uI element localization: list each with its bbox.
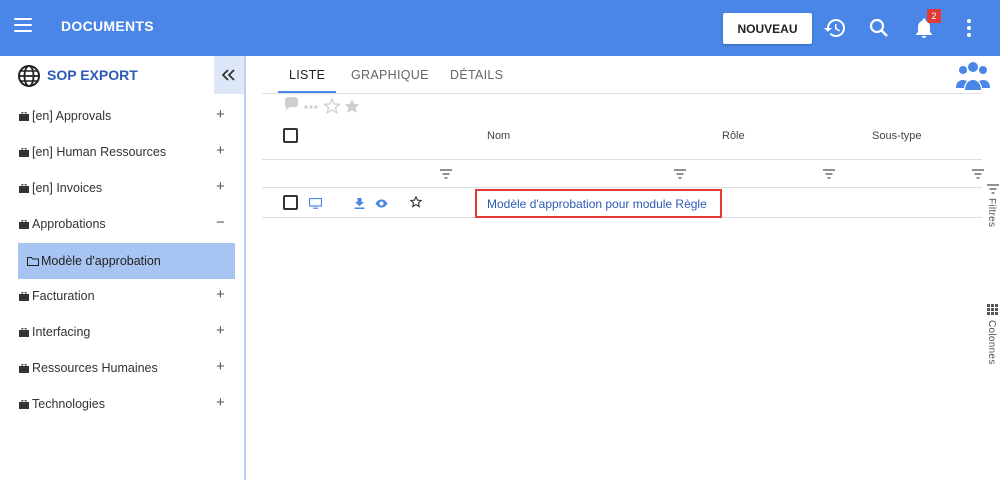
filter-icon[interactable] — [440, 169, 452, 179]
notification-badge: 2 — [927, 9, 941, 23]
sidebar-header: SOP EXPORT — [0, 56, 244, 94]
sidebar-item-en-approvals[interactable]: [en] Approvals + — [0, 99, 244, 135]
briefcase-icon — [19, 292, 29, 301]
menu-icon[interactable] — [14, 18, 32, 32]
columns-label: Colonnes — [986, 320, 997, 365]
dots-icon[interactable] — [304, 105, 318, 109]
row-checkbox[interactable] — [283, 195, 298, 210]
star-icon[interactable] — [344, 99, 360, 113]
briefcase-icon — [19, 184, 29, 193]
star-outline-icon[interactable] — [322, 97, 342, 115]
column-header-sous-type[interactable]: Sous-type — [872, 130, 922, 142]
view-tabs: LISTE GRAPHIQUE DÉTAILS — [262, 56, 982, 94]
tab-details[interactable]: DÉTAILS — [450, 68, 503, 82]
document-name-link[interactable]: Modèle d'approbation pour module Règle — [475, 189, 722, 218]
filters-label: Filtres — [986, 198, 997, 228]
top-app-bar: DOCUMENTS NOUVEAU 2 — [0, 0, 1000, 56]
comment-icon[interactable] — [284, 97, 298, 110]
sidebar-item-label: Interfacing — [32, 325, 91, 339]
columns-panel-tab[interactable]: Colonnes — [986, 304, 1000, 374]
expand-toggle[interactable]: + — [216, 142, 225, 159]
sidebar-item-interfacing[interactable]: Interfacing + — [0, 315, 244, 351]
active-tab-indicator — [278, 91, 336, 93]
expand-toggle[interactable]: + — [216, 106, 225, 123]
globe-icon — [18, 65, 40, 87]
double-chevron-left-icon — [221, 69, 235, 81]
expand-toggle[interactable]: + — [216, 322, 225, 339]
briefcase-icon — [19, 148, 29, 157]
sidebar-subitem-modele-approbation[interactable]: Modèle d'approbation — [18, 243, 235, 279]
tab-liste[interactable]: LISTE — [289, 68, 325, 82]
expand-toggle[interactable]: + — [216, 286, 225, 303]
search-icon[interactable] — [867, 16, 891, 40]
column-header-role[interactable]: Rôle — [722, 130, 745, 142]
collapse-sidebar-button[interactable] — [214, 56, 244, 94]
sidebar-item-technologies[interactable]: Technologies + — [0, 387, 244, 423]
tab-graphique[interactable]: GRAPHIQUE — [351, 68, 429, 82]
filter-icon — [987, 184, 999, 194]
app-title: DOCUMENTS — [61, 18, 154, 34]
sidebar-item-label: Technologies — [32, 397, 105, 411]
sidebar-title: SOP EXPORT — [47, 67, 138, 83]
sidebar-subitem-label: Modèle d'approbation — [41, 254, 161, 268]
filter-icon[interactable] — [972, 169, 984, 179]
sidebar-item-label: [en] Human Ressources — [32, 145, 167, 159]
briefcase-icon — [19, 328, 29, 337]
sidebar-item-ressources-humaines[interactable]: Ressources Humaines + — [0, 351, 244, 387]
monitor-icon[interactable] — [309, 198, 322, 209]
expand-toggle[interactable]: + — [216, 358, 225, 375]
document-name[interactable]: Modèle d'approbation pour module Règle — [487, 197, 707, 211]
sidebar: SOP EXPORT [en] Approvals + [en] Human R… — [0, 56, 246, 480]
eye-icon[interactable] — [375, 199, 388, 208]
filter-icon[interactable] — [674, 169, 686, 179]
sidebar-item-label: Approbations — [32, 217, 106, 231]
sidebar-item-label: [en] Invoices — [32, 181, 103, 195]
download-icon[interactable] — [354, 198, 365, 209]
briefcase-icon — [19, 112, 29, 121]
grid-header-row: Nom Rôle Sous-type — [262, 118, 982, 160]
collapse-toggle[interactable]: − — [216, 214, 225, 231]
sidebar-item-label: [en] Approvals — [32, 109, 112, 123]
briefcase-icon — [19, 364, 29, 373]
sidebar-item-en-human-ressources[interactable]: [en] Human Ressources + — [0, 135, 244, 171]
history-icon[interactable] — [823, 16, 847, 40]
sidebar-item-approbations[interactable]: Approbations − — [0, 207, 244, 243]
sidebar-item-label: Facturation — [32, 289, 95, 303]
sidebar-item-label: Ressources Humaines — [32, 361, 158, 375]
more-vert-icon[interactable] — [957, 16, 981, 40]
briefcase-icon — [19, 220, 29, 229]
sidebar-item-facturation[interactable]: Facturation + — [0, 279, 244, 315]
column-header-nom[interactable]: Nom — [487, 130, 510, 142]
row-actions-toolbar — [284, 97, 360, 115]
folder-icon — [27, 257, 39, 266]
expand-toggle[interactable]: + — [216, 178, 225, 195]
expand-toggle[interactable]: + — [216, 394, 225, 411]
grid-filter-row — [262, 160, 984, 188]
star-outline-icon[interactable] — [410, 196, 422, 208]
new-button[interactable]: NOUVEAU — [723, 13, 812, 44]
filters-panel-tab[interactable]: Filtres — [986, 184, 1000, 244]
sidebar-item-en-invoices[interactable]: [en] Invoices + — [0, 171, 244, 207]
select-all-checkbox[interactable] — [283, 128, 298, 143]
filter-icon[interactable] — [823, 169, 835, 179]
grid-icon — [987, 304, 998, 315]
briefcase-icon — [19, 400, 29, 409]
group-icon[interactable] — [956, 58, 990, 92]
